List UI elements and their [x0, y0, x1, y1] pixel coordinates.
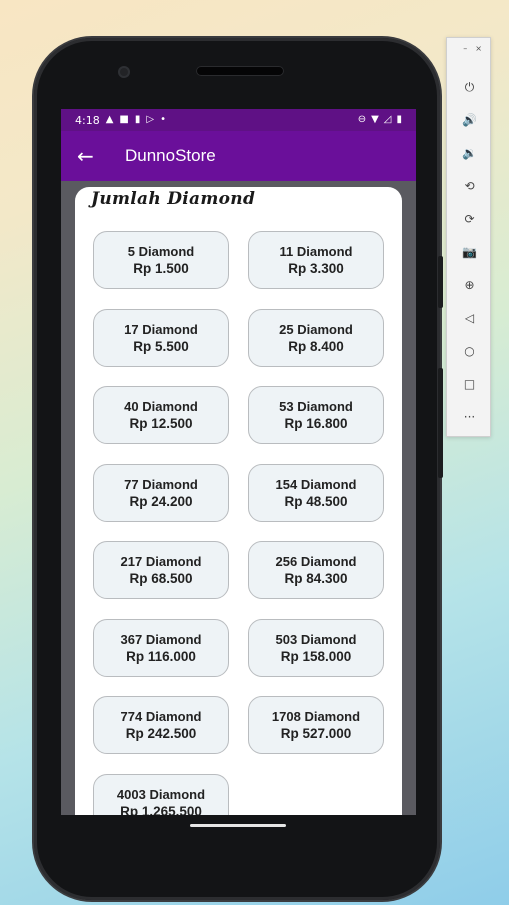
diamond-option-button[interactable]: 77 Diamond Rp 24.200: [93, 463, 229, 522]
diamond-price: Rp 116.000: [126, 648, 196, 664]
diamond-option-button[interactable]: 367 Diamond Rp 116.000: [93, 618, 229, 677]
back-icon[interactable]: ◁: [447, 307, 492, 329]
diamond-price: Rp 1.265.500: [120, 803, 202, 816]
diamond-option-button[interactable]: 53 Diamond Rp 16.800: [248, 386, 384, 444]
diamond-amount: 256 Diamond: [275, 554, 357, 569]
app-bar: ← DunnoStore: [61, 131, 416, 181]
play-icon: ▷: [146, 114, 155, 125]
close-icon[interactable]: ×: [475, 44, 482, 53]
diamond-price: Rp 68.500: [129, 571, 193, 586]
diamond-option-button[interactable]: 1708 Diamond Rp 527.000: [248, 696, 384, 754]
power-side-button: [438, 256, 443, 308]
app-title: DunnoStore: [125, 146, 216, 165]
diamond-price: Rp 242.500: [125, 726, 197, 741]
diamond-price: Rp 1.500: [133, 261, 189, 276]
diamond-option-button[interactable]: 25 Diamond Rp 8.400: [248, 308, 384, 367]
rotate-left-icon[interactable]: ⟲: [447, 175, 492, 197]
diamond-amount: 503 Diamond: [275, 631, 357, 647]
battery-icon: ▮: [396, 114, 402, 125]
diamond-option-button[interactable]: 40 Diamond Rp 12.500: [93, 386, 229, 444]
home-icon[interactable]: ○: [447, 340, 492, 362]
status-time: 4:18: [75, 113, 100, 127]
diamond-option-button[interactable]: 217 Diamond Rp 68.500: [93, 541, 229, 599]
diamond-option-button[interactable]: 154 Diamond Rp 48.500: [248, 463, 384, 522]
diamond-amount: 11 Diamond: [279, 244, 353, 259]
diamond-price: Rp 527.000: [280, 726, 352, 741]
camera-icon[interactable]: 📷: [447, 241, 492, 263]
diamond-option-button[interactable]: 774 Diamond Rp 242.500: [93, 696, 229, 754]
power-icon[interactable]: ⏻: [447, 76, 492, 98]
diamond-option-button[interactable]: 4003 Diamond Rp 1.265.500: [93, 773, 229, 816]
diamond-card: Jumlah Diamond 5 Diamond Rp 1.500 11 Diamo…: [75, 187, 402, 815]
front-camera: [118, 66, 130, 78]
diamond-option-button[interactable]: 17 Diamond Rp 5.500: [93, 308, 229, 367]
diamond-price: Rp 24.200: [129, 493, 193, 509]
diamond-option-button[interactable]: 11 Diamond Rp 3.300: [248, 231, 384, 289]
volume-down-icon[interactable]: 🔉: [447, 142, 492, 164]
notification-dot: •: [160, 114, 166, 125]
image-icon: ■: [119, 114, 129, 125]
sim-icon: ▮: [134, 114, 141, 125]
diamond-amount: 25 Diamond: [279, 321, 353, 337]
diamond-amount: 77 Diamond: [124, 476, 198, 492]
diamond-price: Rp 8.400: [288, 338, 344, 354]
diamond-amount: 154 Diamond: [275, 476, 357, 492]
diamond-price: Rp 12.500: [129, 416, 193, 431]
diamond-amount: 4003 Diamond: [116, 786, 206, 802]
diamond-amount: 1708 Diamond: [271, 709, 361, 724]
diamond-amount: 53 Diamond: [279, 399, 353, 414]
diamond-price: Rp 5.500: [133, 338, 189, 354]
diamond-amount: 367 Diamond: [120, 631, 202, 647]
minimize-icon[interactable]: –: [463, 44, 467, 53]
home-gesture-bar[interactable]: [190, 824, 286, 827]
more-icon[interactable]: ···: [447, 406, 492, 428]
diamond-option-button[interactable]: 503 Diamond Rp 158.000: [248, 618, 384, 677]
volume-up-icon[interactable]: 🔊: [447, 109, 492, 131]
dnd-icon: ⊖: [357, 114, 367, 125]
diamond-price: Rp 3.300: [288, 261, 344, 276]
rotate-right-icon[interactable]: ⟳: [447, 208, 492, 230]
diamond-price: Rp 48.500: [284, 493, 348, 509]
emulator-toolbar: – × ⏻ 🔊 🔉 ⟲ ⟳ 📷 ⊕ ◁ ○ □ ···: [446, 37, 491, 437]
diamond-price: Rp 84.300: [284, 571, 348, 586]
diamond-amount: 40 Diamond: [124, 399, 198, 414]
section-title: Jumlah Diamond: [91, 189, 256, 209]
signal-icon: ◿: [383, 114, 392, 125]
zoom-icon[interactable]: ⊕: [447, 274, 492, 296]
phone-screen: 4:18 ▲ ■ ▮ ▷ • ⊖ ▼ ◿ ▮ ← DunnoStore Juml…: [61, 109, 416, 815]
diamond-amount: 17 Diamond: [124, 321, 198, 337]
warning-icon: ▲: [105, 114, 114, 125]
overview-icon[interactable]: □: [447, 373, 492, 395]
wifi-icon: ▼: [371, 114, 379, 125]
diamond-amount: 5 Diamond: [127, 244, 195, 259]
status-bar: 4:18 ▲ ■ ▮ ▷ • ⊖ ▼ ◿ ▮: [61, 109, 416, 131]
earpiece-speaker: [196, 66, 284, 76]
volume-side-button: [438, 368, 443, 478]
diamond-price: Rp 16.800: [284, 416, 348, 431]
back-arrow-icon[interactable]: ←: [77, 144, 105, 168]
diamond-option-button[interactable]: 5 Diamond Rp 1.500: [93, 231, 229, 289]
diamond-option-button[interactable]: 256 Diamond Rp 84.300: [248, 541, 384, 599]
diamond-price: Rp 158.000: [280, 648, 352, 664]
diamond-amount: 217 Diamond: [120, 554, 202, 569]
diamond-amount: 774 Diamond: [120, 709, 202, 724]
